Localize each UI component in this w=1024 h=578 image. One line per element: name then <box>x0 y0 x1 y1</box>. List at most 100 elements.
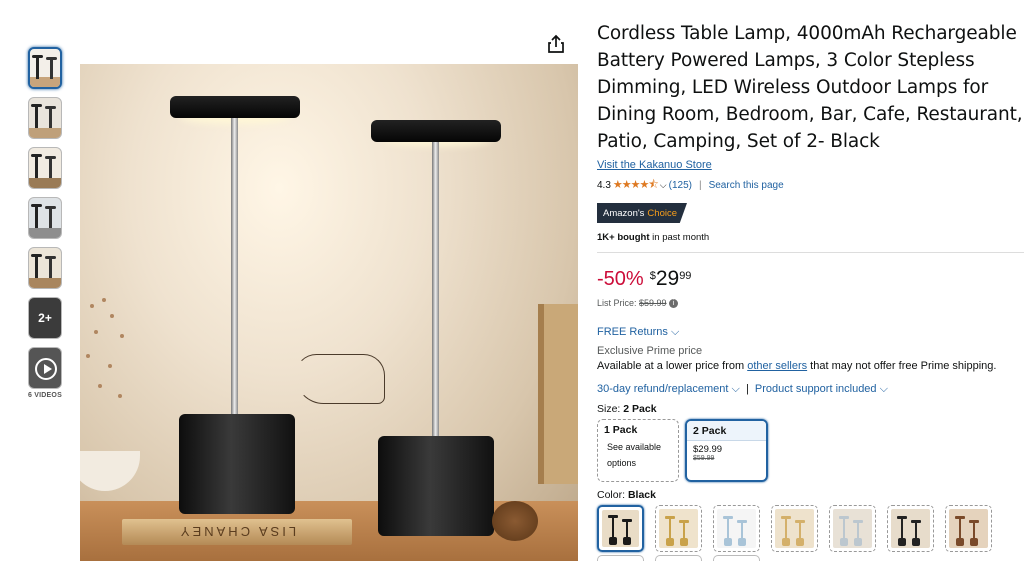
size-option-name: 2 Pack <box>687 421 766 442</box>
product-support-link[interactable]: Product support included <box>755 383 877 395</box>
badge-prefix: Amazon's <box>603 207 645 219</box>
thumbnail-more[interactable]: 2+ <box>28 297 62 339</box>
color-label: Color: Black <box>597 489 1024 501</box>
thumbnail-video[interactable] <box>28 347 62 389</box>
lamp-icon <box>839 516 849 547</box>
review-count-link[interactable]: (125) <box>669 180 692 191</box>
color-swatch[interactable] <box>887 505 934 553</box>
color-swatches <box>597 505 1024 553</box>
free-returns-link[interactable]: FREE Returns ⌵ <box>597 326 1024 339</box>
color-selected: Black <box>627 489 656 502</box>
color-swatch[interactable] <box>655 505 702 553</box>
lamp-icon <box>911 520 921 547</box>
divider <box>597 252 1024 253</box>
thumbnail-5[interactable] <box>28 247 62 289</box>
amazons-choice-badge[interactable]: Amazon's Choice <box>597 203 687 223</box>
rating-value: 4.3 <box>597 180 611 191</box>
size-option-2-pack[interactable]: 2 Pack $29.99 $59.99 <box>685 419 768 483</box>
thumbnail-2[interactable] <box>28 97 62 139</box>
dried-plant-decor <box>80 294 140 474</box>
lamp-icon <box>737 520 747 547</box>
chevron-down-icon[interactable]: ⌵ <box>732 383 740 395</box>
lamp-icon <box>781 516 791 547</box>
size-option-1-pack[interactable]: 1 Pack See available options <box>597 419 679 483</box>
lamp-icon <box>679 520 689 547</box>
touch-hand-illustration <box>295 354 385 404</box>
color-swatch[interactable] <box>713 505 760 553</box>
size-options: 1 Pack See available options 2 Pack $29.… <box>597 419 1024 483</box>
free-returns-label: FREE Returns <box>597 326 668 339</box>
lamp-icon <box>622 519 632 546</box>
lower-price-pre: Available at a lower price from <box>597 360 748 373</box>
price-whole: 29 <box>655 267 680 290</box>
share-icon[interactable] <box>547 34 565 54</box>
size-option-price: $29.99 <box>693 444 723 456</box>
color-swatch-partial[interactable] <box>713 555 760 562</box>
exclusive-prime-price: Exclusive Prime price <box>597 345 703 358</box>
lamp-icon <box>853 520 863 547</box>
lamp-icon <box>608 515 618 546</box>
lamp-shade-right <box>371 120 501 142</box>
bought-count-bold: 1K+ bought <box>597 232 650 243</box>
size-option-note: See available <box>607 442 662 453</box>
color-swatch-image <box>602 510 639 548</box>
book-decor: LISA CHANEY <box>122 519 352 545</box>
refund-policy-link[interactable]: 30-day refund/replacement <box>597 383 728 395</box>
chevron-down-icon[interactable]: ⌵ <box>880 383 888 395</box>
chevron-down-icon[interactable]: ⌵ <box>660 180 667 191</box>
color-swatch-partial[interactable] <box>597 555 644 562</box>
separator: | <box>698 180 702 191</box>
main-product-image[interactable]: LISA CHANEY <box>80 64 578 561</box>
color-swatch[interactable] <box>945 505 992 553</box>
thumbnail-1[interactable] <box>28 47 62 89</box>
color-swatch-partial[interactable] <box>655 555 702 562</box>
size-label: Size: 2 Pack <box>597 403 1024 415</box>
color-swatch[interactable] <box>829 505 876 553</box>
lamp-base-left <box>179 414 295 514</box>
color-swatch-image <box>717 509 756 549</box>
lamp-stem-right <box>432 142 439 442</box>
thumbnail-4[interactable] <box>28 197 62 239</box>
lamp-stem-left <box>231 118 238 418</box>
more-swatches-row <box>597 555 1024 562</box>
color-swatch-image <box>833 509 872 549</box>
thumbnail-3[interactable] <box>28 147 62 189</box>
size-option-name: 1 Pack <box>604 424 638 437</box>
color-swatch[interactable] <box>597 505 644 553</box>
image-thumbnail-strip: 2+ 6 VIDEOS <box>28 47 62 399</box>
window-frame-decor <box>538 304 578 484</box>
lamp-shade-left <box>170 96 300 118</box>
size-option-note: options <box>607 458 637 469</box>
bought-count: 1K+ bought in past month <box>597 232 1024 243</box>
star-rating-icon[interactable]: ★★★★⯪ <box>613 176 659 195</box>
list-price-label: List Price: <box>597 298 640 308</box>
color-swatch[interactable] <box>771 505 818 553</box>
lamp-icon <box>795 520 805 547</box>
product-title: Cordless Table Lamp, 4000mAh Rechargeabl… <box>597 23 1023 152</box>
policy-row: 30-day refund/replacement ⌵ | Product su… <box>597 383 1024 396</box>
lamp-icon <box>969 520 979 547</box>
search-this-page-link[interactable]: Search this page <box>709 180 784 191</box>
discount-percent: -50% <box>597 268 644 290</box>
color-swatch-image <box>775 509 814 549</box>
other-sellers-link[interactable]: other sellers <box>747 360 807 372</box>
lamp-icon <box>955 516 965 547</box>
lamp-base-right <box>378 436 494 536</box>
list-price: List Price: $59.99 i <box>597 298 1024 309</box>
lower-price-notice: Available at a lower price from other se… <box>597 358 997 375</box>
size-option-old-price: $59.99 <box>693 455 715 463</box>
list-price-value: $59.99 <box>639 298 667 308</box>
lamp-icon <box>897 516 907 547</box>
color-swatch-image <box>891 509 930 549</box>
price-fraction: 99 <box>679 270 692 282</box>
bought-count-rest: in past month <box>649 232 710 243</box>
info-icon[interactable]: i <box>669 299 679 309</box>
separator: | <box>745 383 749 396</box>
rating-row: 4.3 ★★★★⯪ ⌵ (125) | Search this page <box>597 176 1024 195</box>
product-info-panel: Cordless Table Lamp, 4000mAh Rechargeabl… <box>597 20 1024 562</box>
color-swatch-image <box>949 509 988 549</box>
chevron-down-icon: ⌵ <box>670 326 680 339</box>
pinecone-decor <box>492 501 538 541</box>
store-link[interactable]: Visit the Kakanuo Store <box>597 159 712 171</box>
videos-count-label: 6 VIDEOS <box>28 392 62 399</box>
